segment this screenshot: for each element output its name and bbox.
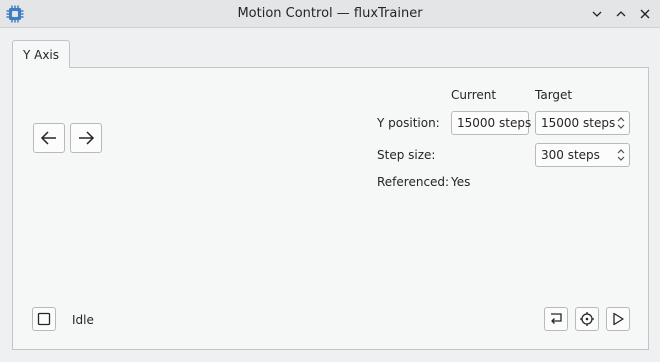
run-button[interactable] bbox=[606, 307, 630, 331]
reference-button[interactable] bbox=[575, 307, 599, 331]
move-right-button[interactable] bbox=[70, 123, 102, 153]
current-position-field: 15000 steps bbox=[451, 111, 532, 135]
step-size-value: 300 steps bbox=[541, 148, 600, 162]
minimize-button[interactable] bbox=[588, 5, 606, 23]
referenced-label: Referenced: bbox=[377, 175, 450, 189]
move-left-button[interactable] bbox=[33, 123, 65, 153]
spin-arrows-icon[interactable] bbox=[615, 114, 627, 132]
close-button[interactable] bbox=[636, 5, 654, 23]
play-icon bbox=[613, 312, 624, 326]
target-position-spinbox[interactable]: 15000 steps bbox=[535, 111, 630, 135]
y-position-label: Y position: bbox=[377, 116, 440, 130]
spin-arrows-icon[interactable] bbox=[615, 146, 627, 164]
arrow-left-icon bbox=[40, 131, 56, 145]
status-text: Idle bbox=[72, 313, 94, 327]
step-size-label: Step size: bbox=[377, 148, 436, 162]
chevron-down-icon bbox=[592, 11, 602, 17]
stop-square-icon bbox=[37, 312, 51, 326]
current-position-value: 15000 steps bbox=[457, 116, 532, 130]
target-position-value: 15000 steps bbox=[541, 116, 616, 130]
return-button[interactable] bbox=[544, 307, 568, 331]
stop-button[interactable] bbox=[32, 307, 56, 331]
close-icon bbox=[640, 9, 650, 19]
window-title: Motion Control — fluxTrainer bbox=[237, 6, 423, 21]
return-icon bbox=[551, 313, 562, 324]
tab-y-axis[interactable]: Y Axis bbox=[12, 40, 70, 68]
step-size-spinbox[interactable]: 300 steps bbox=[535, 143, 630, 167]
maximize-button[interactable] bbox=[612, 5, 630, 23]
chevron-up-icon bbox=[616, 11, 626, 17]
referenced-value: Yes bbox=[451, 175, 471, 189]
tab-panel: Current Target Y position: 15000 steps 1… bbox=[12, 67, 649, 350]
title-bar: Motion Control — fluxTrainer bbox=[0, 0, 660, 28]
column-header-current: Current bbox=[451, 88, 497, 102]
arrow-right-icon bbox=[79, 131, 95, 145]
column-header-target: Target bbox=[535, 88, 573, 102]
target-icon bbox=[580, 312, 594, 326]
